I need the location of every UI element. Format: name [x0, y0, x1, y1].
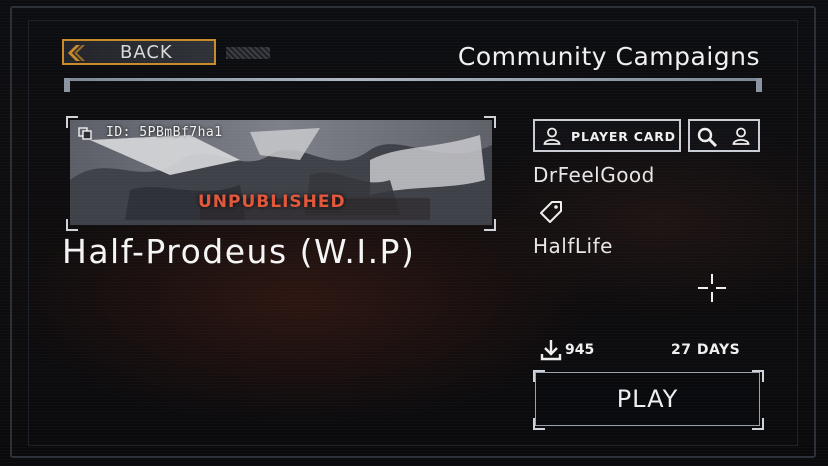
- title-divider: [64, 78, 762, 81]
- chevron-left-icon: [68, 45, 85, 61]
- play-bracket-tr: [752, 370, 764, 382]
- campaign-tag: HalfLife: [533, 234, 613, 258]
- play-bracket-bl: [533, 418, 545, 430]
- back-decor-stripe: [226, 47, 270, 59]
- play-button[interactable]: PLAY: [535, 372, 760, 426]
- crosshair-icon: [698, 274, 726, 302]
- download-icon: [540, 340, 562, 361]
- search-icon: [697, 127, 718, 148]
- user-icon: [543, 127, 561, 145]
- play-label: PLAY: [616, 385, 679, 413]
- campaign-age: 27 DAYS: [671, 342, 741, 358]
- campaign-author: DrFeelGood: [533, 163, 655, 187]
- play-bracket-br: [752, 418, 764, 430]
- status-badge: UNPUBLISHED: [198, 192, 346, 212]
- thumb-bracket-br: [484, 219, 496, 231]
- play-bracket-tl: [533, 370, 545, 382]
- player-card-label: PLAYER CARD: [571, 129, 676, 144]
- back-label: BACK: [120, 42, 173, 63]
- title-divider-cap-right: [756, 78, 762, 92]
- thumb-bracket-tr: [484, 116, 496, 128]
- download-count: 945: [565, 342, 595, 358]
- thumb-bracket-bl: [66, 219, 78, 231]
- campaign-title: Half-Prodeus (W.I.P): [62, 232, 416, 271]
- title-divider-cap-left: [64, 78, 70, 92]
- user-icon: [732, 127, 750, 145]
- copy-icon[interactable]: [78, 127, 92, 140]
- back-button[interactable]: BACK: [62, 39, 270, 65]
- player-card-button[interactable]: PLAYER CARD: [533, 119, 681, 152]
- thumb-bracket-tl: [66, 116, 78, 128]
- page-title: Community Campaigns: [457, 42, 760, 71]
- campaign-id: ID: 5PBmBf7ha1: [106, 125, 223, 140]
- tag-icon: [540, 201, 562, 223]
- search-player-button[interactable]: [688, 119, 760, 152]
